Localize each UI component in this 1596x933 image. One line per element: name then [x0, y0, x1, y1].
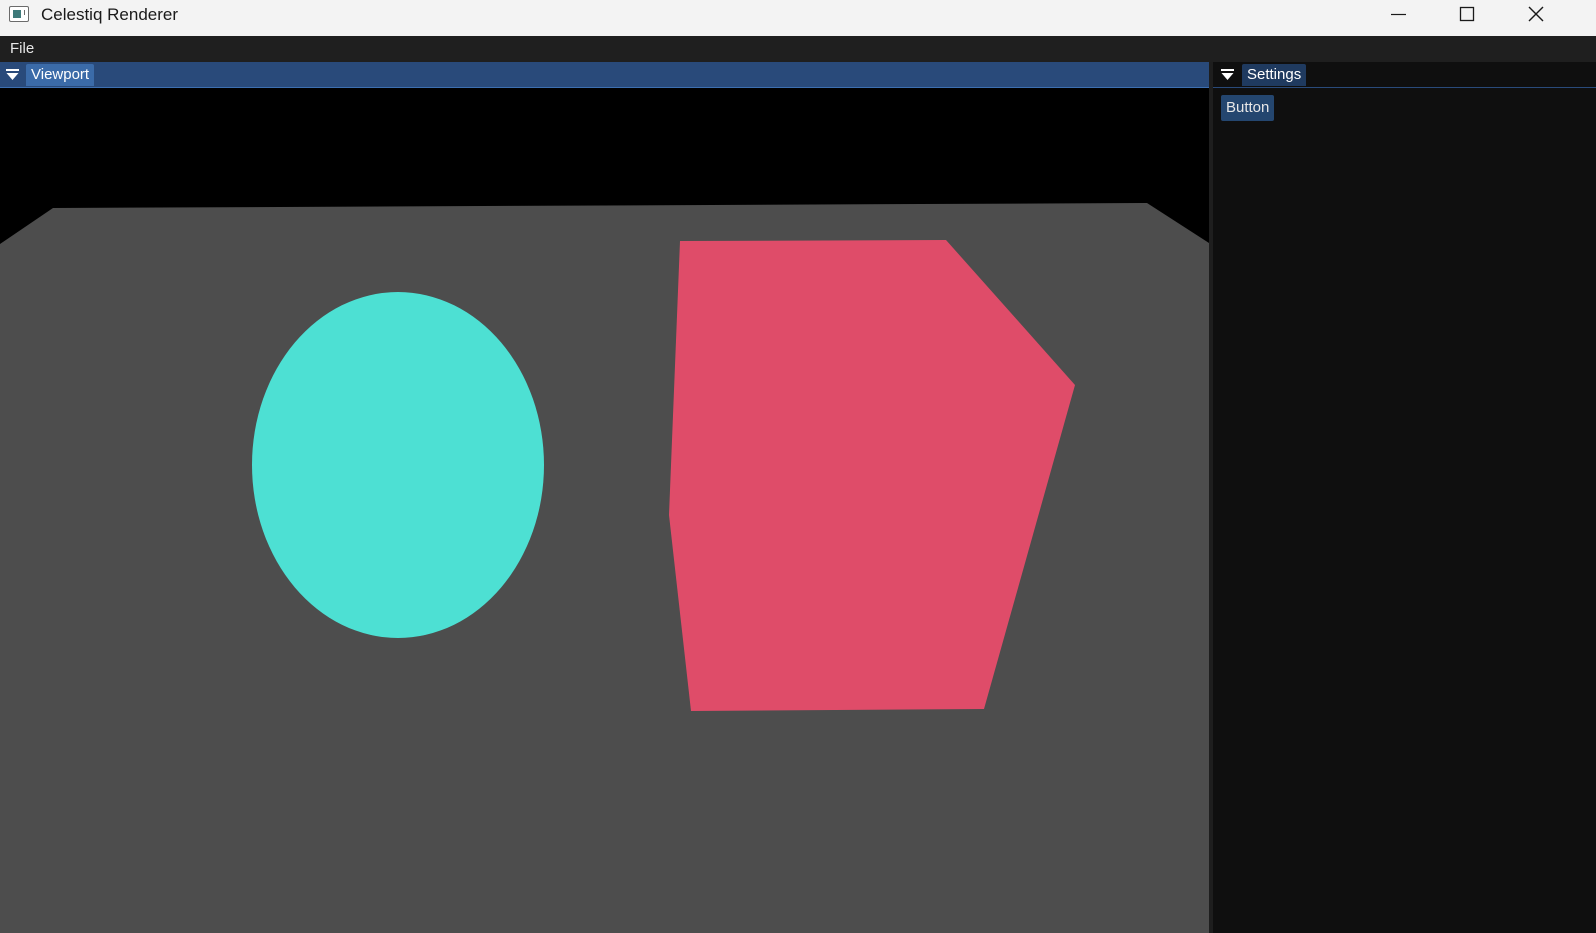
render-viewport[interactable] [0, 88, 1209, 933]
tab-viewport[interactable]: Viewport [26, 64, 95, 86]
collapse-arrow-icon[interactable] [1221, 69, 1234, 82]
collapse-arrow-icon[interactable] [6, 69, 19, 82]
close-icon [1528, 6, 1544, 22]
tab-settings[interactable]: Settings [1242, 64, 1307, 86]
menu-bar: File [0, 36, 1596, 62]
minimize-icon [1391, 13, 1406, 16]
menu-file[interactable]: File [10, 40, 34, 58]
close-button[interactable] [1502, 0, 1570, 30]
settings-button[interactable]: Button [1221, 95, 1275, 121]
minimize-button[interactable] [1364, 0, 1432, 30]
window-title: Celestiq Renderer [41, 5, 179, 24]
settings-panel: Settings Button [1213, 62, 1596, 933]
sphere [252, 292, 544, 638]
title-bar: Celestiq Renderer [0, 0, 1596, 36]
floor-plane [0, 203, 1209, 933]
app-icon [9, 6, 29, 22]
settings-panel-header: Settings [1213, 62, 1596, 88]
viewport-panel-header: Viewport [0, 62, 1211, 88]
viewport-panel: Viewport [0, 62, 1211, 933]
maximize-button[interactable] [1432, 0, 1500, 30]
maximize-icon [1459, 6, 1475, 22]
